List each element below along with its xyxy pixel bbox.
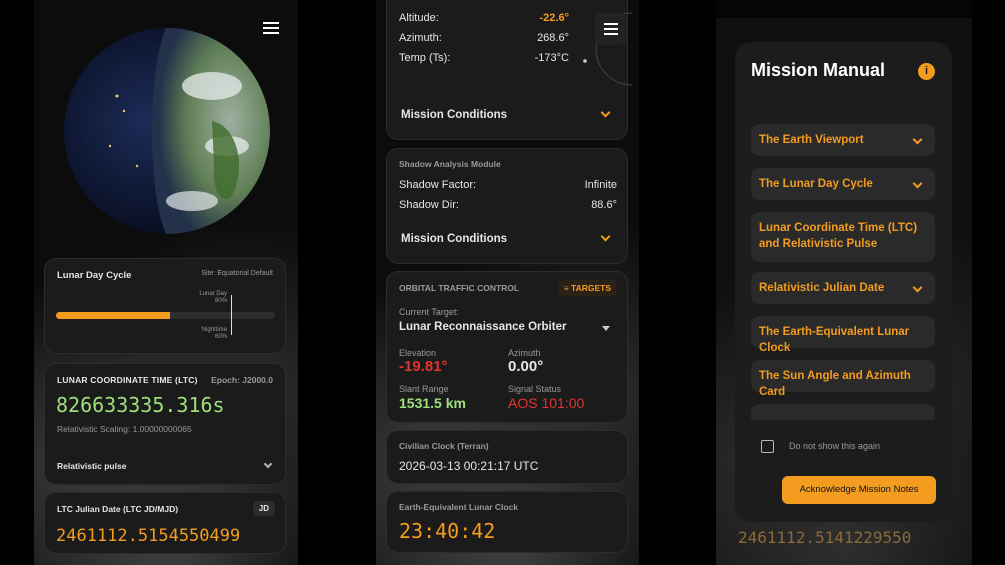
manual-item-label: The Lunar Day Cycle [759, 178, 873, 190]
ltc-title: LUNAR COORDINATE TIME (LTC) [57, 375, 198, 385]
manual-item-sun-angle[interactable]: The Sun Angle and Azimuth Card [751, 360, 935, 398]
elevation-label: Elevation [399, 348, 437, 358]
shadow-title: Shadow Analysis Module [399, 159, 501, 169]
traffic-title: ORBITAL TRAFFIC CONTROL [399, 283, 520, 293]
dropdown-caret-icon[interactable] [602, 326, 610, 331]
menu-icon[interactable] [604, 23, 618, 35]
marker-pct-top: 80% [214, 298, 227, 304]
jd-badge: JD [252, 501, 275, 516]
ltc-scaling: Relativistic Scaling: 1.00000000065 [57, 424, 192, 434]
manual-item-earth-clock[interactable]: The Earth-Equivalent Lunar Clock [751, 316, 935, 354]
altitude-value: -22.6° [539, 12, 569, 24]
civilian-clock-card: Civilian Clock (Terran) 2026-03-13 00:21… [386, 430, 628, 484]
manual-item-lunar-day-cycle[interactable]: The Lunar Day Cycle [751, 168, 935, 200]
manual-list: The Earth Viewport The Lunar Day Cycle L… [735, 124, 952, 420]
shadow-dir-value: 88.6° [591, 199, 617, 211]
manual-item-julian-date[interactable]: Relativistic Julian Date [751, 272, 935, 304]
altitude-row: Altitude: -22.6° [399, 12, 569, 24]
signal-status-value: AOS 101:00 [508, 395, 585, 411]
chevron-down-icon[interactable] [600, 107, 611, 118]
dashboard-panel-right: 2461112.5141229550 Mission Manual i The … [716, 0, 972, 565]
menu-button[interactable] [595, 13, 627, 45]
relativistic-pulse-label[interactable]: Relativistic pulse [57, 461, 126, 471]
do-not-show-label: Do not show this again [789, 441, 881, 451]
temp-label: Temp (Ts): [399, 52, 451, 64]
top-bar [716, 0, 972, 18]
earth-clock-value: 23:40:42 [399, 519, 496, 543]
mission-manual-modal: Mission Manual i The Earth Viewport The … [735, 42, 952, 522]
marker-label-bottom: Nighttime [201, 327, 227, 333]
slant-range-label: Slant Range [399, 384, 449, 394]
modal-title: Mission Manual [751, 60, 886, 80]
earth-globe[interactable] [62, 26, 272, 236]
signal-status-label: Signal Status [508, 384, 562, 394]
current-target-label: Current Target: [399, 307, 459, 317]
temp-row: Temp (Ts): -173°C [399, 52, 569, 64]
orbital-traffic-card: ORBITAL TRAFFIC CONTROL ≡ TARGETS Curren… [386, 271, 628, 423]
slant-range-value: 1531.5 km [399, 395, 466, 411]
marker-label-top: Lunar Day [199, 291, 227, 297]
manual-item-label: Lunar Coordinate Time (LTC) and Relativi… [759, 222, 918, 250]
site-label: Site: Equatorial Default [201, 270, 273, 277]
day-marker [231, 295, 232, 335]
shadow-dir-label: Shadow Dir: [399, 199, 459, 211]
lunar-day-title: Lunar Day Cycle [57, 270, 132, 281]
current-target-select[interactable]: Lunar Reconnaissance Orbiter [399, 321, 566, 333]
info-icon[interactable]: i [918, 63, 935, 80]
julian-date-card: LTC Julian Date (LTC JD/MJD) JD 2461112.… [44, 492, 286, 554]
azimuth-label: Azimuth: [399, 32, 442, 44]
shadow-factor-label: Shadow Factor: [399, 179, 477, 191]
targets-button[interactable]: ≡ TARGETS [557, 280, 617, 296]
civilian-clock-title: Civilian Clock (Terran) [399, 441, 489, 451]
chevron-down-icon[interactable] [912, 178, 923, 189]
sun-angle-card: Altitude: -22.6° Azimuth: 268.6° Temp (T… [386, 0, 633, 140]
manual-item-partial[interactable] [751, 404, 935, 420]
manual-item-label: The Sun Angle and Azimuth Card [759, 370, 911, 398]
marker-pct-bottom: 60% [214, 334, 227, 340]
dashboard-panel-left: Lunar Day Cycle Site: Equatorial Default… [34, 0, 298, 565]
chevron-down-icon[interactable] [600, 231, 611, 242]
chevron-down-icon[interactable] [263, 459, 273, 469]
ltc-value: 826633335.316s [56, 393, 225, 417]
shadow-dir-row: Shadow Dir: 88.6° [399, 199, 617, 211]
dashboard-panel-middle: Altitude: -22.6° Azimuth: 268.6° Temp (T… [376, 0, 639, 565]
manual-item-label: The Earth Viewport [759, 134, 864, 146]
lunar-day-cycle-card: Lunar Day Cycle Site: Equatorial Default… [44, 258, 286, 354]
do-not-show-checkbox[interactable] [761, 440, 774, 453]
earth-clock-title: Earth-Equivalent Lunar Clock [399, 502, 519, 512]
elevation-value: -19.81° [399, 358, 448, 375]
azimuth-value: 268.6° [537, 32, 569, 44]
background-julian-value: 2461112.5141229550 [738, 528, 912, 547]
lunar-day-progress-fill [56, 312, 170, 319]
ltc-epoch: Epoch: J2000.0 [211, 375, 273, 385]
julian-value: 2461112.5154550499 [56, 526, 241, 546]
target-azimuth-label: Azimuth [508, 348, 541, 358]
mission-conditions-toggle[interactable]: Mission Conditions [401, 109, 507, 121]
acknowledge-button[interactable]: Acknowledge Mission Notes [782, 476, 936, 504]
mission-conditions-toggle[interactable]: Mission Conditions [401, 233, 507, 245]
julian-title: LTC Julian Date (LTC JD/MJD) [57, 504, 179, 514]
lunar-day-progress [56, 312, 275, 319]
shadow-factor-value: Infinite [584, 179, 617, 191]
civilian-clock-value: 2026-03-13 00:21:17 UTC [399, 459, 539, 473]
manual-item-ltc[interactable]: Lunar Coordinate Time (LTC) and Relativi… [751, 212, 935, 262]
manual-item-label: The Earth-Equivalent Lunar Clock [759, 326, 910, 354]
altitude-label: Altitude: [399, 12, 439, 24]
shadow-factor-row: Shadow Factor: Infinite [399, 179, 617, 191]
temp-value: -173°C [534, 52, 569, 64]
azimuth-row: Azimuth: 268.6° [399, 32, 569, 44]
list-icon: ≡ [563, 284, 569, 293]
targets-button-label: TARGETS [571, 283, 611, 293]
manual-item-label: Relativistic Julian Date [759, 282, 885, 294]
shadow-analysis-card: Shadow Analysis Module Shadow Factor: In… [386, 148, 628, 264]
chevron-down-icon[interactable] [912, 134, 923, 145]
chevron-down-icon[interactable] [912, 282, 923, 293]
ltc-card: LUNAR COORDINATE TIME (LTC) Epoch: J2000… [44, 363, 286, 485]
manual-item-earth-viewport[interactable]: The Earth Viewport [751, 124, 935, 156]
earth-equivalent-clock-card: Earth-Equivalent Lunar Clock 23:40:42 [386, 491, 628, 553]
target-azimuth-value: 0.00° [508, 358, 544, 375]
